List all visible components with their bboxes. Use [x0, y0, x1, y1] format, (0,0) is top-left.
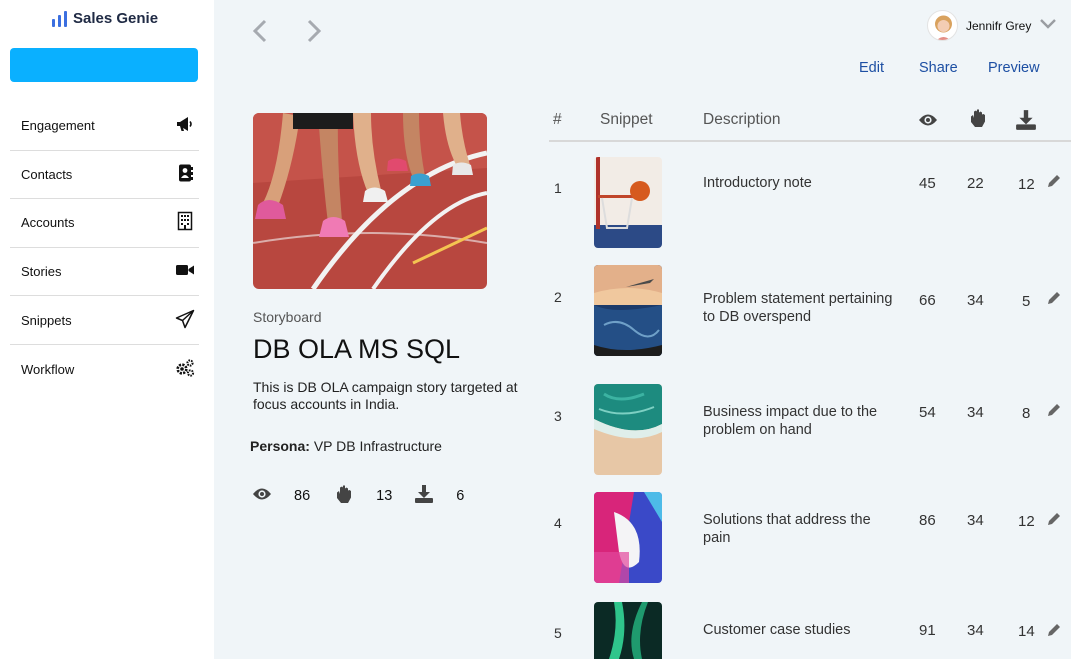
snippet-views: 91 — [919, 622, 936, 639]
user-menu[interactable]: Jennifr Grey — [927, 10, 1057, 41]
sidebar: Sales Genie Engagement Contacts Accounts… — [0, 0, 214, 659]
user-name: Jennifr Grey — [966, 18, 1032, 33]
snippet-thumbnail[interactable] — [594, 384, 662, 475]
story-stats: 86 13 6 — [252, 484, 464, 508]
edit-link[interactable]: Edit — [859, 60, 884, 76]
column-header-number: # — [553, 111, 562, 128]
snippet-thumbnail[interactable] — [594, 492, 662, 583]
hand-icon — [334, 484, 354, 508]
snippet-description: Introductory note — [703, 175, 812, 191]
snippet-engagements: 34 — [967, 292, 984, 309]
pencil-icon[interactable] — [1046, 622, 1062, 638]
row-number: 4 — [554, 515, 562, 531]
story-cover-image — [253, 113, 487, 289]
pencil-icon[interactable] — [1046, 290, 1062, 306]
snippet-description: Solutions that address the pain — [703, 512, 871, 546]
sidebar-item-workflow[interactable]: Workflow — [10, 345, 199, 394]
snippet-downloads: 12 — [1018, 176, 1035, 193]
story-engagements: 13 — [376, 488, 393, 504]
pencil-icon[interactable] — [1046, 511, 1062, 527]
preview-link[interactable]: Preview — [988, 60, 1040, 76]
paper-plane-icon — [175, 309, 195, 332]
pencil-icon[interactable] — [1046, 173, 1062, 189]
snippet-engagements: 22 — [967, 175, 984, 192]
snippet-downloads: 5 — [1022, 293, 1031, 310]
table-header-divider — [549, 140, 1071, 142]
bar-chart-icon — [52, 10, 67, 27]
app-logo[interactable]: Sales Genie — [52, 10, 158, 27]
snippet-views: 54 — [919, 404, 936, 421]
sidebar-item-label: Stories — [21, 264, 62, 280]
snippet-thumbnail[interactable] — [594, 265, 662, 356]
column-header-description: Description — [703, 111, 781, 128]
persona-label: Persona: — [250, 438, 310, 454]
sidebar-item-label: Engagement — [21, 118, 95, 134]
megaphone-icon — [175, 114, 195, 137]
history-navigation — [250, 18, 324, 49]
sidebar-nav: Engagement Contacts Accounts Stories Sni… — [10, 102, 199, 394]
back-arrow-icon[interactable] — [250, 18, 272, 49]
sidebar-item-label: Snippets — [21, 312, 72, 328]
story-views: 86 — [294, 488, 311, 504]
forward-arrow-icon[interactable] — [302, 18, 324, 49]
snippet-downloads: 12 — [1018, 513, 1035, 530]
snippet-views: 45 — [919, 175, 936, 192]
snippet-downloads: 8 — [1022, 405, 1031, 422]
snippet-description: Business impact due to the problem on ha… — [703, 404, 878, 438]
snippet-engagements: 34 — [967, 512, 984, 529]
download-icon — [1015, 109, 1037, 136]
contacts-book-icon — [175, 163, 195, 186]
snippet-thumbnail[interactable] — [594, 602, 662, 659]
row-number: 3 — [554, 408, 562, 424]
eye-icon — [918, 110, 938, 135]
story-type-label: Storyboard — [253, 309, 322, 325]
sidebar-item-accounts[interactable]: Accounts — [10, 199, 199, 248]
sidebar-item-snippets[interactable]: Snippets — [10, 296, 199, 345]
sidebar-item-engagement[interactable]: Engagement — [10, 102, 199, 151]
row-number: 5 — [554, 625, 562, 641]
building-icon — [175, 211, 195, 234]
snippet-description: Problem statement pertaining to DB overs… — [703, 291, 893, 325]
chevron-down-icon[interactable] — [1039, 18, 1057, 33]
snippet-downloads: 14 — [1018, 623, 1035, 640]
snippet-engagements: 34 — [967, 404, 984, 421]
sidebar-item-label: Accounts — [21, 215, 75, 231]
pencil-icon[interactable] — [1046, 402, 1062, 418]
story-title: DB OLA MS SQL — [253, 334, 461, 364]
gears-icon — [175, 358, 195, 381]
sidebar-item-contacts[interactable]: Contacts — [10, 151, 199, 200]
video-camera-icon — [175, 260, 195, 283]
snippet-thumbnail[interactable] — [594, 157, 662, 248]
sidebar-item-stories[interactable]: Stories — [10, 248, 199, 297]
eye-icon — [252, 484, 272, 508]
avatar — [927, 10, 958, 41]
snippet-description: Customer case studies — [703, 622, 851, 638]
persona: Persona: VP DB Infrastructure — [250, 438, 442, 454]
snippet-engagements: 34 — [967, 622, 984, 639]
download-icon — [414, 484, 434, 508]
snippet-views: 86 — [919, 512, 936, 529]
sidebar-item-label: Contacts — [21, 166, 73, 182]
snippet-views: 66 — [919, 292, 936, 309]
hand-icon — [968, 108, 988, 133]
row-number: 2 — [554, 289, 562, 305]
story-description: This is DB OLA campaign story targeted a… — [253, 379, 518, 412]
sidebar-item-label: Workflow — [21, 361, 75, 377]
share-link[interactable]: Share — [919, 60, 958, 76]
primary-action-button[interactable] — [10, 48, 198, 82]
app-name: Sales Genie — [73, 10, 159, 27]
column-header-snippet: Snippet — [600, 111, 653, 128]
story-downloads: 6 — [456, 488, 465, 504]
row-number: 1 — [554, 180, 562, 196]
persona-value: VP DB Infrastructure — [313, 438, 442, 454]
